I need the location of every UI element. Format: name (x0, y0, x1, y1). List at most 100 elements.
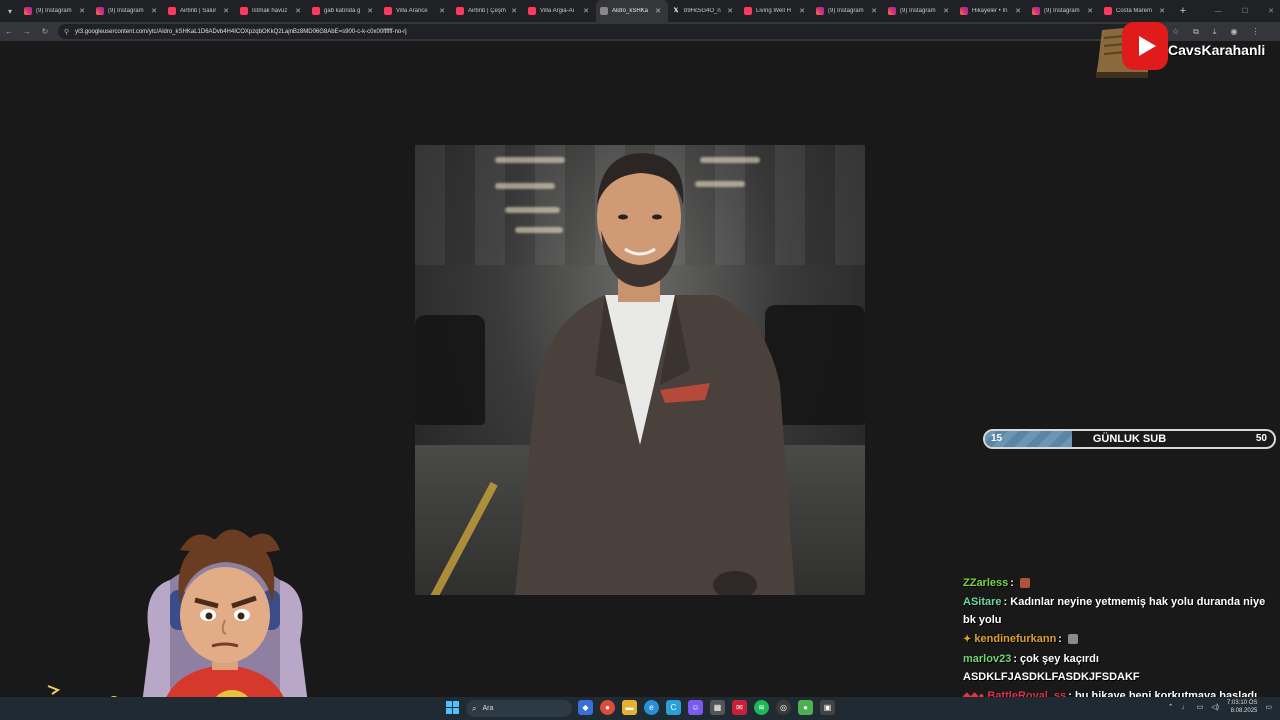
tab-close-icon[interactable]: ✕ (1014, 7, 1022, 15)
tab-title: (9) Instagram (36, 8, 72, 14)
taskbar-search[interactable]: ⌕ Ara (466, 700, 572, 717)
instagram-icon (960, 7, 968, 15)
tab-3[interactable]: Istmak havuz ✕ (236, 0, 308, 22)
window-controls: — ☐ ✕ (1215, 0, 1274, 22)
terminal-icon[interactable]: ▣ (820, 700, 835, 715)
obs-icon[interactable]: ◎ (776, 700, 791, 715)
tab-15[interactable]: Costa Marem ✕ (1100, 0, 1172, 22)
tab-close-icon[interactable]: ✕ (870, 7, 878, 15)
clock-date: 8.08.2025 (1230, 708, 1258, 714)
tab-4[interactable]: gab katında g ✕ (308, 0, 380, 22)
app-grid-icon[interactable]: ▦ (710, 700, 725, 715)
copilot-icon[interactable]: ◆ (578, 700, 593, 715)
instagram-icon (1032, 7, 1040, 15)
close-window-icon[interactable]: ✕ (1268, 7, 1274, 15)
tab-2[interactable]: Airbnb | Salur ✕ (164, 0, 236, 22)
edge-icon[interactable]: e (644, 700, 659, 715)
tab-close-icon[interactable]: ✕ (654, 7, 662, 15)
tab-6[interactable]: Airbnb | Çeşm ✕ (452, 0, 524, 22)
tab-search-menu-icon[interactable]: ▾ (0, 0, 20, 22)
tab-9[interactable]: 𝕏b9Hc5G4O_n ✕ (668, 0, 740, 22)
tab-title: Villa Arance (396, 8, 428, 14)
browser-c-icon[interactable]: C (666, 700, 681, 715)
tab-title: Villa Argia-Ai (540, 8, 574, 14)
browser-tab-strip: ▾ (9) Instagram ✕ (9) Instagram ✕ Airbnb | S… (0, 0, 1280, 22)
tab-10[interactable]: Living Well H ✕ (740, 0, 812, 22)
back-icon[interactable]: ← (0, 27, 18, 36)
tab-close-icon[interactable]: ✕ (438, 7, 446, 15)
tab-close-icon[interactable]: ✕ (942, 7, 950, 15)
address-bar[interactable]: ⚲ yt3.googleusercontent.com/ytc/Aldro_kS… (58, 24, 1158, 39)
channel-name: CavsKarahanli (1168, 42, 1266, 58)
maximize-icon[interactable]: ☐ (1242, 7, 1248, 15)
system-tray: ⌃ ♩ ▭ ◁) 7:03:10 ÖS 8.08.2025 ▭ (1168, 699, 1272, 715)
instagram-icon (888, 7, 896, 15)
tray-chevron-icon[interactable]: ⌃ (1168, 703, 1174, 711)
airbnb-icon (168, 7, 176, 15)
url-text: yt3.googleusercontent.com/ytc/Aldro_kSHK… (75, 28, 407, 35)
forward-icon[interactable]: → (18, 27, 36, 36)
network-icon[interactable]: ▭ (1197, 703, 1204, 711)
tab-close-icon[interactable]: ✕ (222, 7, 230, 15)
tab-13[interactable]: Hikayeler • In ✕ (956, 0, 1028, 22)
mic-icon[interactable]: ♩ (1182, 704, 1189, 711)
chat-message: ASitare: Kadınlar neyine yetmemiş hak yo… (963, 596, 1266, 626)
profile-photo (415, 145, 865, 595)
file-explorer-icon[interactable]: ▬ (622, 700, 637, 715)
chat-emote-icon (1019, 578, 1030, 589)
tab-close-icon[interactable]: ✕ (1086, 7, 1094, 15)
chat-badge-icon: ✦ (963, 634, 972, 645)
tab-title: Airbnb | Salur (180, 8, 217, 14)
tab-title: (9) Instagram (828, 8, 864, 14)
clock[interactable]: 7:03:10 ÖS 8.08.2025 (1227, 699, 1257, 715)
tab-7[interactable]: Villa Argia-Ai ✕ (524, 0, 596, 22)
chat-username: ASitare (963, 596, 1002, 608)
tab-close-icon[interactable]: ✕ (366, 7, 374, 15)
tab-11[interactable]: (9) Instagram ✕ (812, 0, 884, 22)
volume-icon[interactable]: ◁) (1211, 703, 1219, 711)
reload-icon[interactable]: ↻ (36, 27, 54, 36)
tab-0[interactable]: (9) Instagram ✕ (20, 0, 92, 22)
youtube-logo-icon (1122, 22, 1168, 70)
tab-1[interactable]: (9) Instagram ✕ (92, 0, 164, 22)
spotify-icon[interactable]: ≋ (754, 700, 769, 715)
clock-time: 7:03:10 ÖS (1227, 700, 1258, 706)
tab-8[interactable]: Aldro_kSHKa ✕ (596, 0, 668, 22)
tab-close-icon[interactable]: ✕ (294, 7, 302, 15)
tab-list: (9) Instagram ✕ (9) Instagram ✕ Airbnb | Sal… (20, 0, 1172, 22)
discord-icon[interactable]: ☺ (688, 700, 703, 715)
chat-message: ZZarless: (963, 574, 1275, 592)
tab-12[interactable]: (9) Instagram ✕ (884, 0, 956, 22)
screen: ▾ (9) Instagram ✕ (9) Instagram ✕ Airbnb | S… (0, 0, 1280, 720)
tab-title: gab katında g (324, 8, 361, 14)
channel-badge: CavsKarahanli (1092, 22, 1274, 82)
taskbar-search-placeholder: Ara (482, 705, 494, 712)
chat-username: ZZarless (963, 577, 1009, 589)
chat-message: marlov23: çok şey kaçırdı ASDKLFJASDKLFA… (963, 653, 1140, 683)
tab-title: (9) Instagram (1044, 8, 1080, 14)
notification-icon[interactable]: ▭ (1265, 703, 1272, 711)
chrome-icon[interactable]: ● (600, 700, 615, 715)
taskbar-apps: ◆ ● ▬ e C ☺ ▦ ✉ ≋ ◎ ● ▣ (578, 700, 835, 715)
tab-title: Aldro_kSHKa (612, 8, 649, 14)
tab-close-icon[interactable]: ✕ (1158, 7, 1166, 15)
tab-close-icon[interactable]: ✕ (78, 7, 86, 15)
tab-close-icon[interactable]: ✕ (150, 7, 158, 15)
new-tab-button[interactable]: + (1176, 5, 1190, 17)
tab-close-icon[interactable]: ✕ (726, 7, 734, 15)
streamer-avatar (140, 529, 310, 720)
instagram-icon (816, 7, 824, 15)
mail-icon[interactable]: ✉ (732, 700, 747, 715)
tab-5[interactable]: Villa Arance ✕ (380, 0, 452, 22)
start-button-icon[interactable] (446, 701, 459, 714)
tab-14[interactable]: (9) Instagram ✕ (1028, 0, 1100, 22)
site-info-icon[interactable]: ⚲ (64, 28, 69, 36)
tab-close-icon[interactable]: ✕ (798, 7, 806, 15)
airbnb-icon (744, 7, 752, 15)
tab-title: Istmak havuz (252, 8, 288, 14)
chrome-alt-icon[interactable]: ● (798, 700, 813, 715)
tab-close-icon[interactable]: ✕ (510, 7, 518, 15)
minimize-icon[interactable]: — (1215, 8, 1222, 15)
tab-close-icon[interactable]: ✕ (582, 7, 590, 15)
chat-username: marlov23 (963, 653, 1012, 665)
